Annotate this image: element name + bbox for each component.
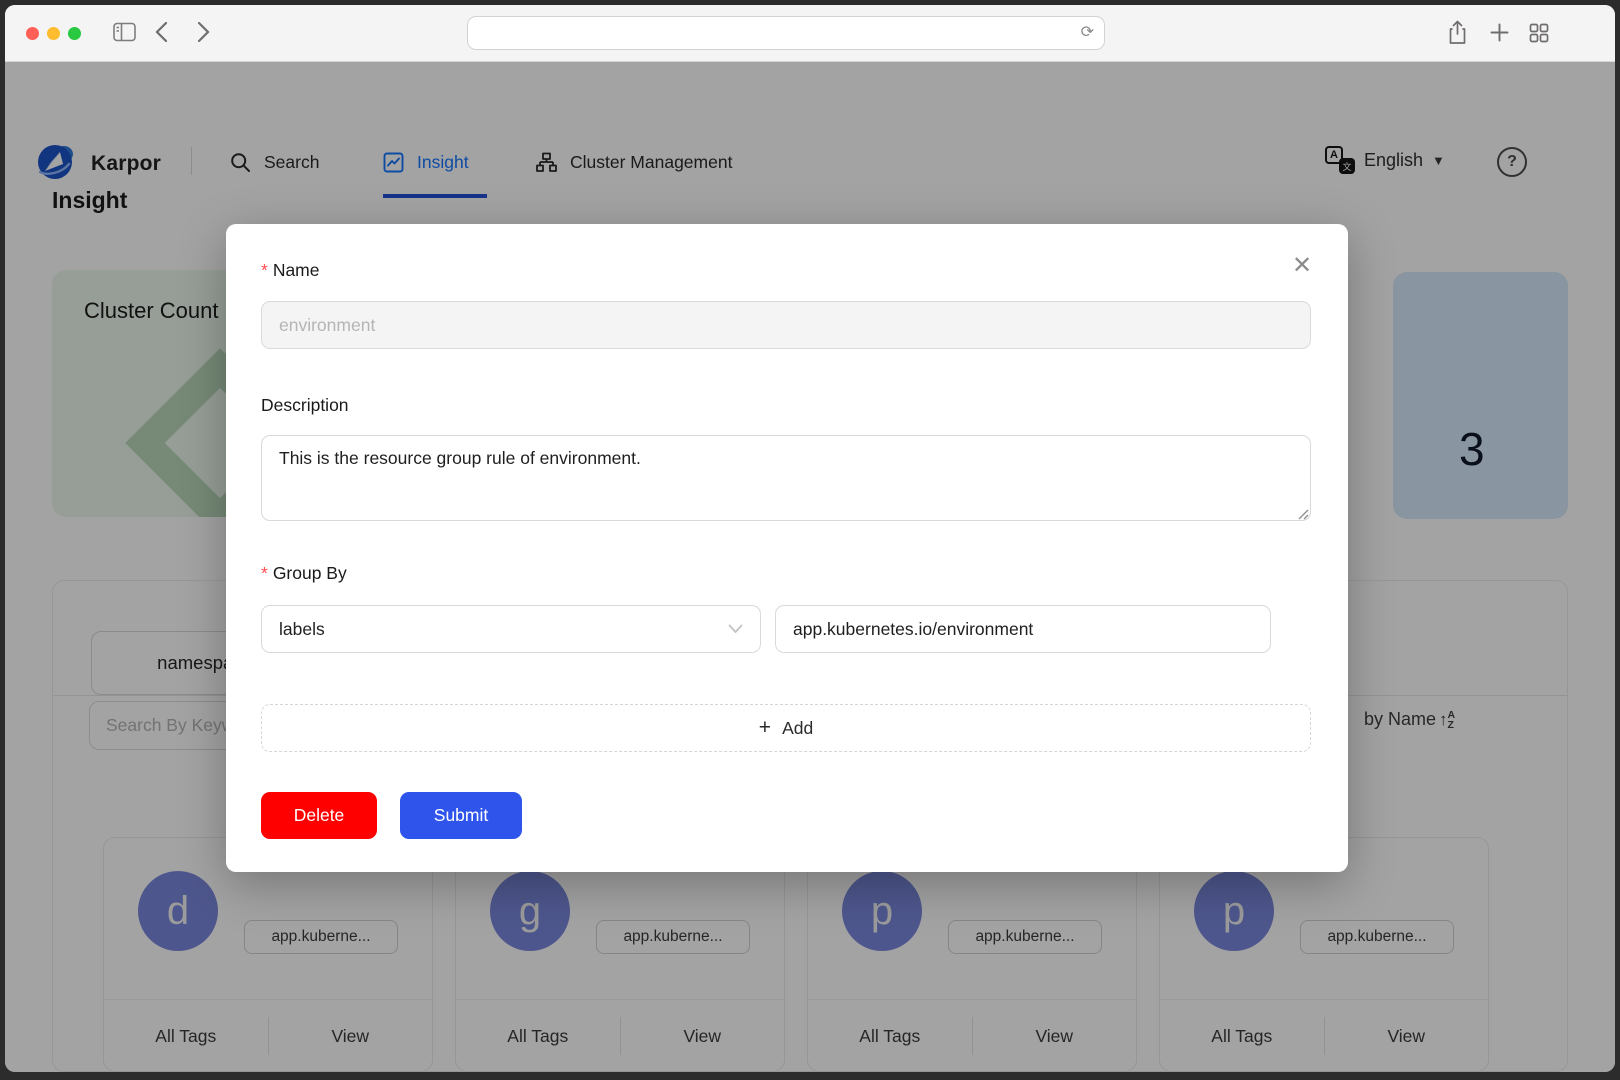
add-rule-button[interactable]: + Add — [261, 704, 1311, 752]
delete-button[interactable]: Delete — [261, 792, 377, 839]
sidebar-toggle-icon[interactable] — [113, 22, 136, 42]
address-bar[interactable]: ⟳ — [467, 16, 1105, 50]
add-label: Add — [782, 718, 813, 739]
group-by-key-select[interactable]: labels — [261, 605, 761, 653]
name-input[interactable] — [261, 301, 1311, 349]
description-field-label: Description — [261, 395, 349, 416]
browser-chrome: ⟳ — [5, 5, 1615, 62]
minimize-window-button[interactable] — [47, 27, 60, 40]
address-input[interactable] — [480, 17, 1060, 49]
browser-window: ⟳ — [5, 5, 1615, 1072]
forward-button[interactable] — [197, 21, 210, 43]
group-by-value-input[interactable] — [775, 605, 1271, 653]
chevron-down-icon — [728, 624, 743, 634]
refresh-icon[interactable]: ⟳ — [1081, 22, 1094, 44]
edit-resource-group-modal: ✕ * Name Description This is the resourc… — [226, 224, 1348, 872]
close-window-button[interactable] — [26, 27, 39, 40]
submit-button[interactable]: Submit — [400, 792, 522, 839]
name-field-label: * Name — [261, 260, 320, 281]
plus-icon: + — [759, 718, 771, 738]
close-icon[interactable]: ✕ — [1288, 252, 1316, 280]
group-by-key-value: labels — [279, 619, 325, 640]
new-tab-icon[interactable] — [1490, 23, 1509, 42]
required-marker: * — [261, 563, 268, 584]
share-icon[interactable] — [1448, 20, 1467, 45]
back-button[interactable] — [155, 21, 168, 43]
group-by-field-label: * Group By — [261, 563, 347, 584]
zoom-window-button[interactable] — [68, 27, 81, 40]
required-marker: * — [261, 260, 268, 281]
tab-overview-icon[interactable] — [1529, 23, 1549, 43]
description-textarea[interactable]: This is the resource group rule of envir… — [261, 435, 1311, 521]
